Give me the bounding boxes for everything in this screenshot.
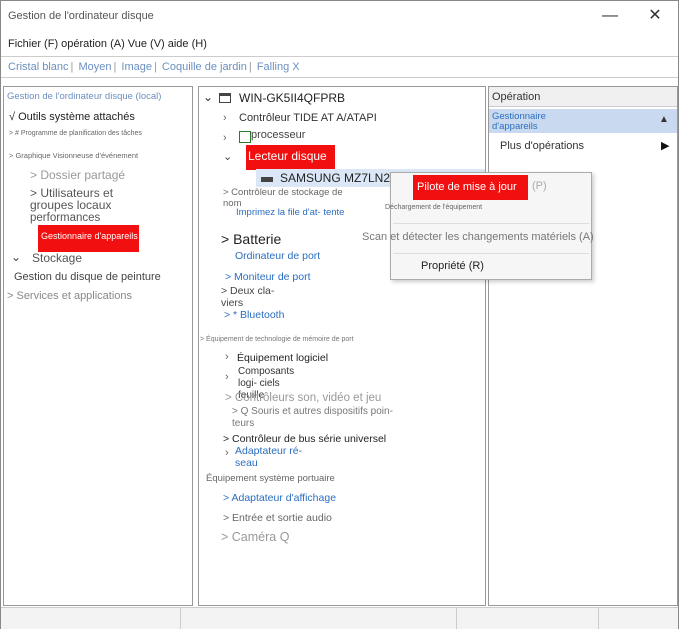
tree-port-monitor[interactable]: > Moniteur de port	[225, 271, 311, 283]
tree-batteries[interactable]: > Batterie	[221, 231, 281, 247]
actions-pane: Opération Gestionnaire d'appareils ▲ Plu…	[488, 86, 678, 606]
toolbar-item-coquille[interactable]: Coquille de jardin	[162, 61, 247, 73]
context-update-driver[interactable]: Pilote de mise à jour	[413, 175, 528, 200]
tree-memory-technology[interactable]: > Équipement de technologie de mémoire d…	[200, 336, 354, 343]
nav-local-users[interactable]: > Utilisateurs et groupes locaux	[30, 187, 130, 211]
tree-keyboards[interactable]: > Deux cla- viers	[221, 285, 283, 309]
chevron-right-icon[interactable]: ›	[225, 447, 229, 459]
tree-portable-devices[interactable]: Équipement système portuaire	[206, 473, 335, 484]
tree-display-adapters[interactable]: > Adaptateur d'affichage	[223, 492, 336, 504]
context-menu: Pilote de mise à jour (P) Déchargement d…	[362, 172, 594, 280]
context-unload-device[interactable]: Déchargement de l'équipement	[385, 204, 482, 211]
nav-services-apps[interactable]: > Services et applications	[7, 290, 132, 302]
nav-shared-folders[interactable]: > Dossier partagé	[30, 168, 125, 182]
tree-bluetooth[interactable]: > * Bluetooth	[224, 309, 284, 321]
disk-drive-icon	[261, 177, 273, 182]
tree-storage-controllers[interactable]: > Contrôleur de stockage de nom	[223, 187, 348, 209]
computer-management-window: Gestion de l'ordinateur disque — ✕ Fichi…	[0, 0, 679, 629]
chevron-right-icon[interactable]: ›	[223, 132, 227, 144]
device-tree-pane: ⌄ WIN-GK5II4QFPRB › Contrôleur TIDE AT A…	[198, 86, 486, 606]
tree-processor[interactable]: processeur	[251, 129, 305, 141]
nav-storage[interactable]: Stockage	[32, 251, 82, 265]
window-title: Gestion de l'ordinateur disque	[8, 10, 154, 22]
context-divider	[393, 253, 589, 254]
tree-usb-controllers[interactable]: > Contrôleur de bus série universel	[223, 433, 386, 445]
nav-event-viewer[interactable]: > Graphique Visionneuse d'événement	[9, 151, 138, 160]
actions-header: Opération	[492, 91, 541, 103]
nav-disk-management[interactable]: Gestion du disque de peinture	[14, 271, 161, 283]
chevron-down-icon[interactable]: ⌄	[223, 150, 232, 163]
menu-bar-text[interactable]: Fichier (F) opération (A) Vue (V) aide (…	[8, 38, 207, 50]
nav-system-tools[interactable]: √ Outils système attachés	[9, 111, 135, 123]
tree-ide-controller[interactable]: Contrôleur TIDE AT A/ATAPI	[239, 112, 377, 124]
tree-samsung-disk[interactable]: SAMSUNG MZ7LN2	[280, 171, 390, 185]
tree-print-queues[interactable]: Imprimez la file d'at- tente	[236, 207, 346, 218]
status-bar	[1, 607, 678, 629]
status-cell	[1, 608, 181, 629]
actions-more-operations[interactable]: Plus d'opérations	[500, 140, 584, 152]
status-cell	[181, 608, 457, 629]
nav-device-manager[interactable]: Gestionnaire d'appareils	[38, 225, 139, 252]
tree-disk-drives[interactable]: Lecteur disque	[246, 145, 335, 170]
tree-software-devices[interactable]: Équipement logiciel	[237, 352, 328, 364]
actions-section-device-manager[interactable]: Gestionnaire d'appareils	[492, 112, 582, 132]
tree-mice[interactable]: > Q Souris et autres dispositifs poin- t…	[232, 406, 402, 430]
toolbar-item-image[interactable]: Image	[121, 61, 152, 73]
toolbar-separator: |	[70, 61, 74, 73]
navigation-pane: Gestion de l'ordinateur disque (local) √…	[3, 86, 193, 606]
chevron-right-icon[interactable]: ›	[223, 112, 227, 124]
context-scan-hardware[interactable]: Scan et détecter les changements matérie…	[362, 231, 594, 243]
menu-bar: Fichier (F) opération (A) Vue (V) aide (…	[1, 35, 678, 55]
toolbar-item-moyen[interactable]: Moyen	[78, 61, 111, 73]
toolbar-separator: |	[248, 61, 252, 73]
tree-port-computer[interactable]: Ordinateur de port	[235, 250, 320, 262]
tree-cameras[interactable]: > Caméra Q	[221, 530, 289, 544]
computer-icon	[219, 93, 231, 103]
tree-audio-io[interactable]: > Entrée et sortie audio	[223, 512, 332, 524]
nav-storage-chevron[interactable]: ⌄	[11, 250, 21, 264]
close-button[interactable]: ✕	[640, 5, 670, 27]
chevron-right-icon[interactable]: ›	[225, 351, 229, 363]
toolbar-separator: |	[153, 61, 157, 73]
toolbar: Cristal blanc | Moyen | Image | Coquille de…	[1, 56, 678, 78]
context-update-driver-key: (P)	[532, 180, 547, 192]
toolbar-item-cristal[interactable]: Cristal blanc	[8, 61, 69, 73]
context-divider	[393, 223, 589, 224]
chevron-right-icon[interactable]: ›	[225, 371, 229, 383]
toolbar-item-falling[interactable]: Falling X	[257, 61, 300, 73]
collapse-up-icon[interactable]: ▲	[659, 114, 669, 125]
processor-icon	[239, 131, 251, 143]
minimize-button[interactable]: —	[595, 5, 625, 27]
tree-network-adapters[interactable]: Adaptateur ré- seau	[235, 445, 305, 469]
title-bar: Gestion de l'ordinateur disque — ✕	[1, 1, 678, 31]
tree-root[interactable]: WIN-GK5II4QFPRB	[239, 91, 345, 105]
status-cell	[457, 608, 599, 629]
nav-performance[interactable]: performances	[30, 212, 100, 224]
toolbar-separator: |	[113, 61, 117, 73]
nav-root[interactable]: Gestion de l'ordinateur disque (local)	[7, 91, 161, 102]
tree-sound-video[interactable]: > Contrôleurs son, vidéo et jeu	[225, 392, 381, 404]
chevron-right-icon[interactable]: ▶	[661, 139, 669, 152]
chevron-down-icon[interactable]: ⌄	[203, 90, 213, 104]
context-properties[interactable]: Propriété (R)	[421, 260, 484, 272]
nav-task-scheduler[interactable]: > # Programme de planification des tâche…	[9, 130, 142, 137]
